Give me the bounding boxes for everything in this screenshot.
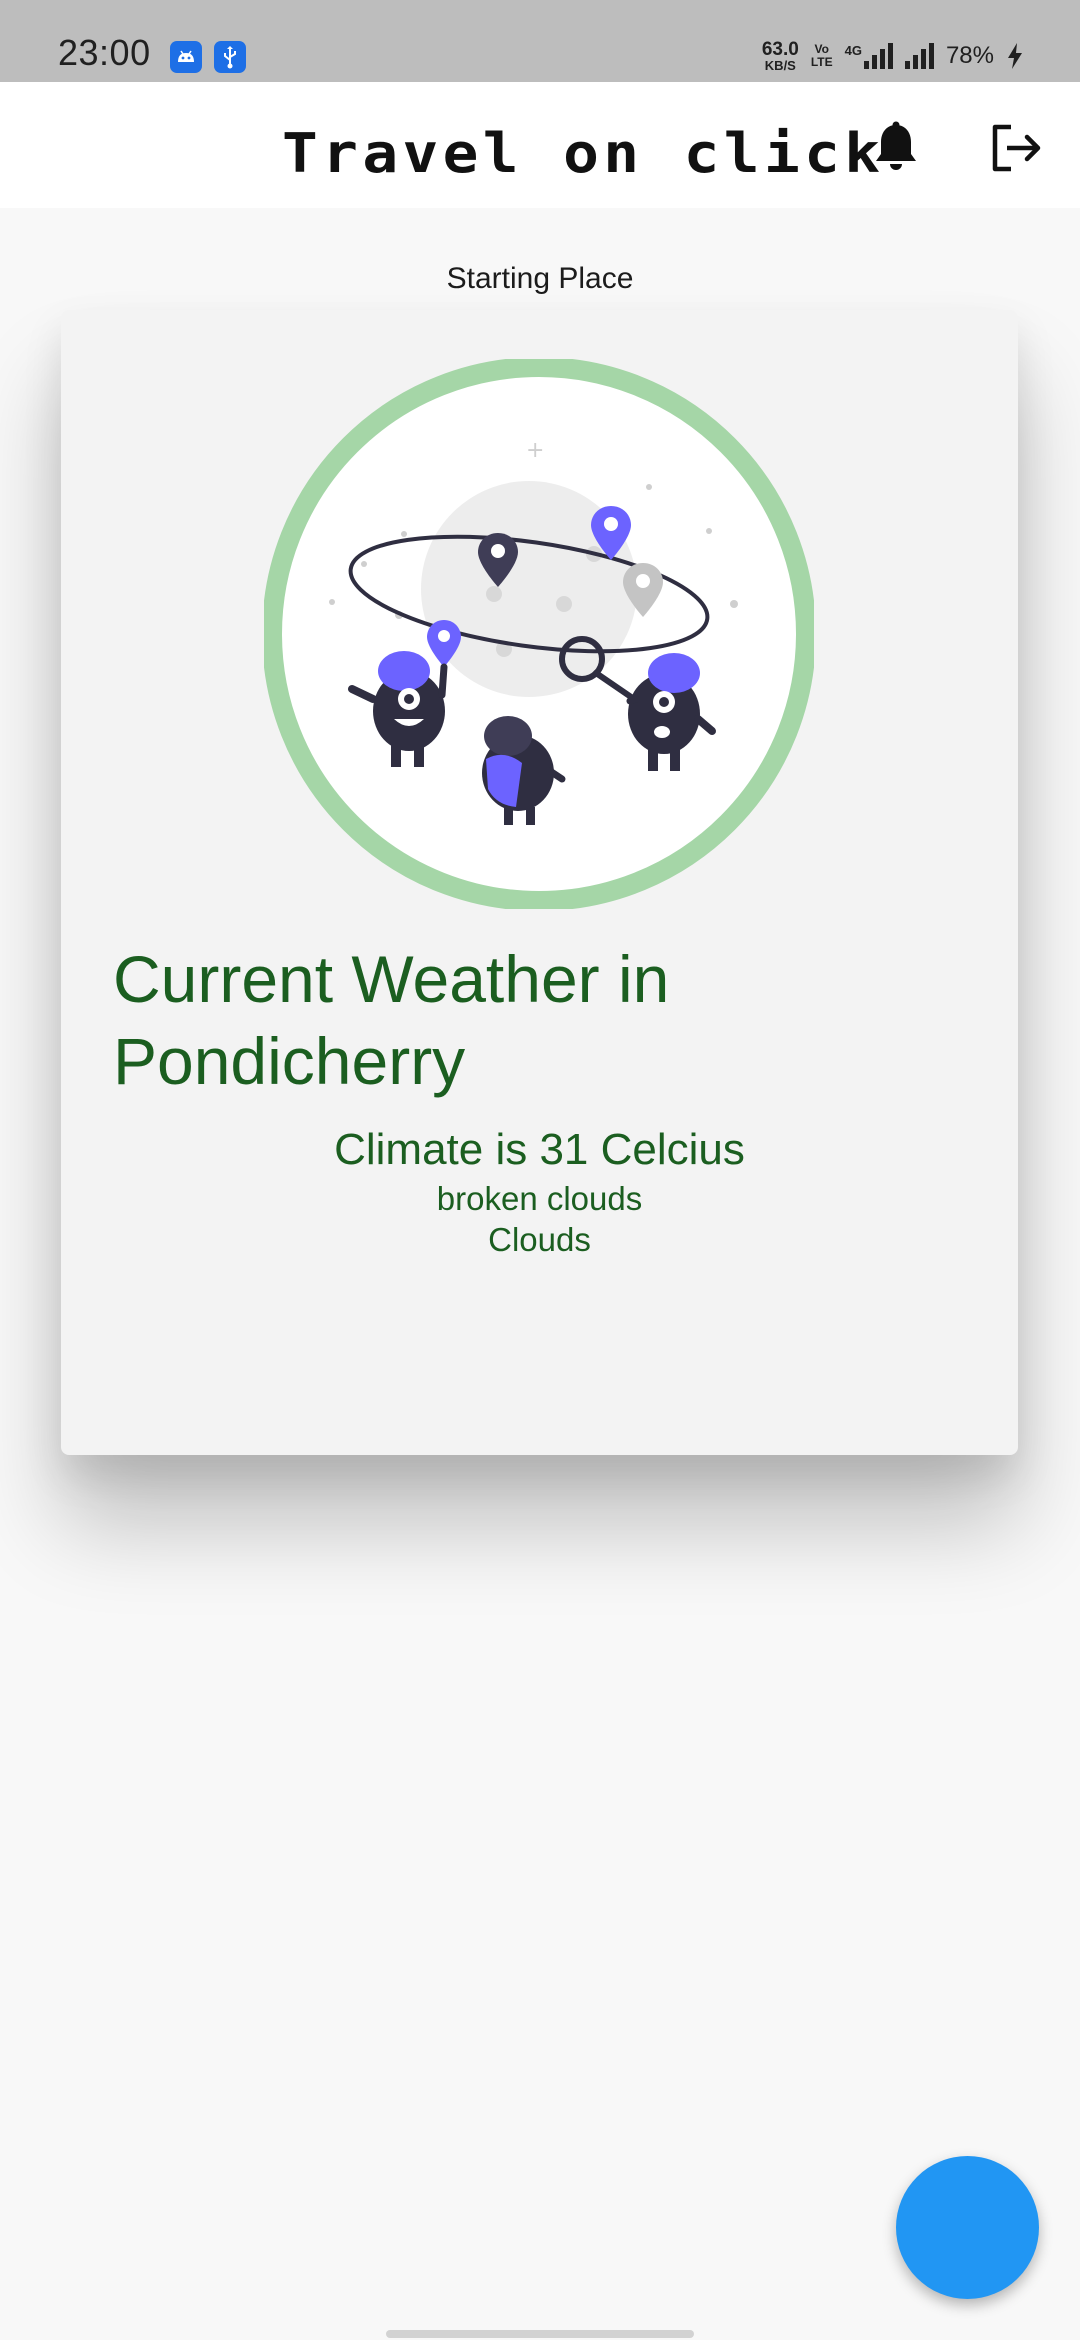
signal-strength-icon <box>904 43 934 69</box>
battery-percentage: 78% <box>945 42 994 69</box>
weather-card[interactable]: + Current Weather in Pondicherry Climate… <box>61 310 1018 1455</box>
temperature-text: Climate is 31 Celcius <box>334 1125 745 1174</box>
weather-main: Clouds <box>488 1221 591 1258</box>
weather-heading: Current Weather in Pondicherry <box>113 942 670 1098</box>
app-title: Travel on click <box>282 122 885 185</box>
volte-indicator: Vo LTE <box>810 42 833 69</box>
notifications-button[interactable] <box>864 116 928 180</box>
signal-4g-icon: 4G <box>845 43 893 69</box>
travel-illustration: + <box>262 357 816 911</box>
floating-action-button[interactable] <box>896 2156 1039 2299</box>
network-speed: 63.0 KB/S <box>761 39 799 73</box>
explorers-globe-illustration: + <box>262 357 816 911</box>
section-label: Starting Place <box>446 262 634 295</box>
app-bar: Travel on click <box>0 82 1080 208</box>
status-bar: 23:00 63.0 KB/S Vo LTE 4G 78% <box>0 0 1080 82</box>
weather-description: broken clouds <box>436 1180 643 1217</box>
charging-icon <box>1008 43 1022 69</box>
status-indicators: 63.0 KB/S Vo LTE 4G 78% <box>762 36 1024 76</box>
android-debug-icon <box>170 41 202 73</box>
logout-button[interactable] <box>984 116 1048 180</box>
usb-icon <box>214 41 246 73</box>
logout-icon <box>992 124 1041 172</box>
bell-icon <box>876 121 916 170</box>
status-time: 23:00 <box>58 32 151 73</box>
home-indicator[interactable] <box>386 2330 694 2338</box>
svg-text:+: + <box>526 438 544 463</box>
